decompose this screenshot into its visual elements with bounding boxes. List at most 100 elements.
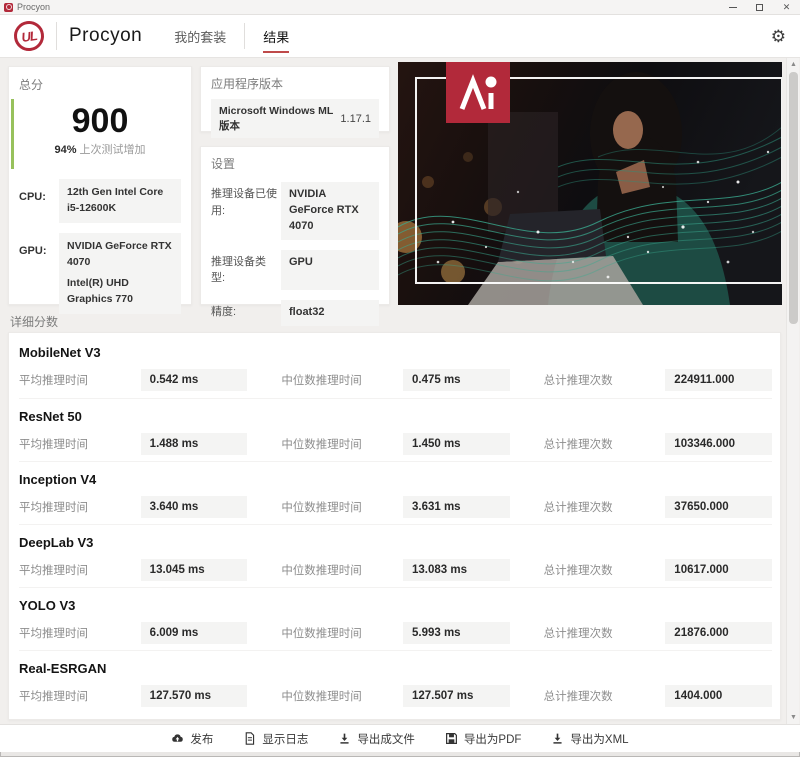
- total-score-card: 总分 900 94% 上次测试增加 CPU: 12th Gen Intel Co…: [8, 66, 192, 305]
- total-count-label: 总计推理次数: [544, 625, 666, 641]
- window-title: Procyon: [17, 2, 50, 12]
- total-count-label: 总计推理次数: [544, 436, 666, 452]
- avg-time-label: 平均推理时间: [19, 625, 141, 641]
- show-log-label: 显示日志: [262, 731, 308, 747]
- footer-toolbar: 发布 显示日志 导出成文件 导出为PDF 导出为XML: [0, 724, 800, 752]
- export-pdf-button[interactable]: 导出为PDF: [445, 731, 522, 747]
- model-name: YOLO V3: [19, 598, 772, 613]
- gpu-value-line2: Intel(R) UHD Graphics 770: [67, 276, 173, 308]
- total-count-value: 224911.000: [665, 369, 772, 391]
- total-count-label: 总计推理次数: [544, 499, 666, 515]
- setting-device-type-label: 推理设备类型:: [211, 250, 277, 290]
- gpu-value: NVIDIA GeForce RTX 4070 Intel(R) UHD Gra…: [59, 233, 181, 314]
- median-time-label: 中位数推理时间: [281, 625, 403, 641]
- cpu-value: 12th Gen Intel Core i5-12600K: [59, 179, 181, 223]
- model-name: ResNet 50: [19, 409, 772, 424]
- total-count-value: 103346.000: [665, 433, 772, 455]
- median-time-value: 1.450 ms: [403, 433, 510, 455]
- setting-precision-value: float32: [281, 300, 379, 326]
- ai-badge: [446, 62, 510, 123]
- avg-time-value: 3.640 ms: [141, 496, 248, 518]
- model-section-mobilenet: MobileNet V3 平均推理时间 0.542 ms 中位数推理时间 0.4…: [19, 335, 772, 398]
- avg-time-value: 127.570 ms: [141, 685, 248, 707]
- median-time-value: 0.475 ms: [403, 369, 510, 391]
- score-delta: 94% 上次测试增加: [19, 141, 181, 157]
- gpu-value-line1: NVIDIA GeForce RTX 4070: [67, 239, 173, 271]
- avg-time-value: 6.009 ms: [141, 622, 248, 644]
- avg-time-value: 0.542 ms: [141, 369, 248, 391]
- setting-row-precision: 精度: float32: [211, 300, 379, 326]
- app-header: UL Procyon 我的套装 结果 ⚙: [0, 15, 800, 58]
- header-divider: [56, 22, 57, 50]
- tab-my-suites[interactable]: 我的套装: [168, 15, 232, 57]
- scroll-up-arrow[interactable]: ▲: [787, 58, 800, 71]
- gear-icon[interactable]: ⚙: [771, 28, 786, 45]
- title-bar: Procyon ✕: [0, 0, 800, 15]
- show-log-button[interactable]: 显示日志: [243, 731, 308, 747]
- app-version-card: 应用程序版本 Microsoft Windows ML 版本 1.17.1: [200, 66, 390, 132]
- score-delta-label: 上次测试增加: [80, 144, 146, 156]
- maximize-button[interactable]: [746, 0, 773, 14]
- setting-device-type-value: GPU: [281, 250, 379, 290]
- model-name: MobileNet V3: [19, 345, 772, 360]
- tab-results[interactable]: 结果: [257, 15, 295, 57]
- detailed-scores-title: 详细分数: [10, 313, 58, 330]
- export-pdf-label: 导出为PDF: [464, 731, 522, 747]
- app-version-title: 应用程序版本: [211, 75, 379, 92]
- tab-divider: [244, 23, 245, 49]
- save-disk-icon: [445, 732, 458, 745]
- avg-time-label: 平均推理时间: [19, 436, 141, 452]
- scroll-down-arrow[interactable]: ▼: [787, 711, 800, 724]
- total-score-value: 900: [19, 103, 181, 140]
- model-section-deeplab: DeepLab V3 平均推理时间 13.045 ms 中位数推理时间 13.0…: [19, 524, 772, 587]
- setting-device-value: NVIDIA GeForce RTX 4070: [281, 182, 379, 240]
- total-count-label: 总计推理次数: [544, 372, 666, 388]
- model-section-inception: Inception V4 平均推理时间 3.640 ms 中位数推理时间 3.6…: [19, 461, 772, 524]
- score-indicator-bar: [11, 99, 14, 169]
- avg-time-label: 平均推理时间: [19, 562, 141, 578]
- main-content: 总分 900 94% 上次测试增加 CPU: 12th Gen Intel Co…: [0, 58, 800, 724]
- avg-time-label: 平均推理时间: [19, 372, 141, 388]
- close-button[interactable]: ✕: [773, 0, 800, 14]
- setting-row-device: 推理设备已使用: NVIDIA GeForce RTX 4070: [211, 182, 379, 240]
- app-version-row: Microsoft Windows ML 版本 1.17.1: [211, 99, 379, 138]
- cpu-label: CPU:: [19, 179, 59, 223]
- total-count-value: 10617.000: [665, 559, 772, 581]
- main-tabs: 我的套装 结果: [168, 15, 295, 57]
- download-xml-icon: [551, 732, 564, 745]
- settings-title: 设置: [211, 155, 379, 172]
- total-score-title: 总分: [19, 76, 181, 93]
- app-version-label: Microsoft Windows ML 版本: [219, 104, 334, 133]
- setting-row-device-type: 推理设备类型: GPU: [211, 250, 379, 290]
- median-time-value: 127.507 ms: [403, 685, 510, 707]
- avg-time-label: 平均推理时间: [19, 688, 141, 704]
- ul-logo: UL: [12, 19, 46, 53]
- model-name: Real-ESRGAN: [19, 661, 772, 676]
- export-file-label: 导出成文件: [357, 731, 415, 747]
- publish-button[interactable]: 发布: [171, 731, 213, 747]
- median-time-value: 5.993 ms: [403, 622, 510, 644]
- total-count-value: 37650.000: [665, 496, 772, 518]
- model-section-resnet: ResNet 50 平均推理时间 1.488 ms 中位数推理时间 1.450 …: [19, 398, 772, 461]
- setting-device-label: 推理设备已使用:: [211, 182, 277, 240]
- avg-time-value: 13.045 ms: [141, 559, 248, 581]
- score-delta-pct: 94%: [54, 144, 76, 156]
- export-xml-button[interactable]: 导出为XML: [551, 731, 628, 747]
- vertical-scrollbar[interactable]: ▲ ▼: [786, 58, 799, 724]
- median-time-label: 中位数推理时间: [281, 688, 403, 704]
- median-time-value: 3.631 ms: [403, 496, 510, 518]
- total-count-value: 21876.000: [665, 622, 772, 644]
- export-file-button[interactable]: 导出成文件: [338, 731, 415, 747]
- total-count-label: 总计推理次数: [544, 688, 666, 704]
- avg-time-label: 平均推理时间: [19, 499, 141, 515]
- detailed-scores-card: MobileNet V3 平均推理时间 0.542 ms 中位数推理时间 0.4…: [8, 332, 781, 720]
- scroll-thumb[interactable]: [789, 72, 798, 324]
- gpu-label: GPU:: [19, 233, 59, 314]
- app-icon: [4, 3, 13, 12]
- median-time-label: 中位数推理时间: [281, 436, 403, 452]
- download-file-icon: [338, 732, 351, 745]
- median-time-label: 中位数推理时间: [281, 499, 403, 515]
- minimize-button[interactable]: [719, 0, 746, 14]
- hero-image: [398, 62, 782, 305]
- setting-precision-label: 精度:: [211, 300, 277, 326]
